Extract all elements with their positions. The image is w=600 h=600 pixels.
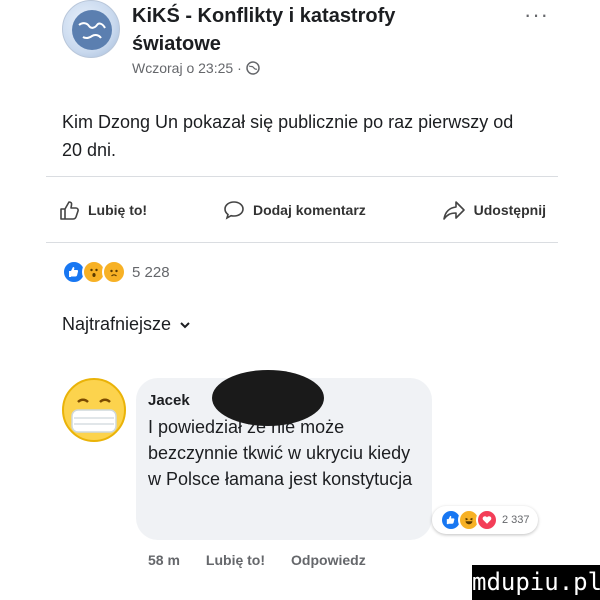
post-actions: Lubię to! Dodaj komentarz Udostępnij — [46, 190, 558, 230]
divider-bottom — [46, 242, 558, 243]
comment-time[interactable]: 58 m — [148, 552, 180, 568]
comment-icon — [224, 201, 244, 220]
comment-author[interactable]: Jacek — [148, 392, 190, 409]
comment-reaction-count: 2 337 — [502, 514, 530, 526]
commenter-avatar[interactable] — [62, 378, 126, 442]
comment-text: I powiedział że nie może bezczynnie tkwi… — [148, 417, 413, 489]
reactions-summary[interactable]: 5 228 — [62, 260, 170, 284]
masked-face-icon — [71, 398, 117, 433]
like-label: Lubię to! — [88, 202, 148, 218]
share-button[interactable]: Udostępnij — [442, 199, 546, 221]
comment-like-link[interactable]: Lubię to! — [206, 552, 265, 568]
share-icon — [442, 201, 465, 220]
like-button[interactable]: Lubię to! — [58, 199, 147, 221]
chevron-down-icon — [180, 321, 190, 328]
watermark: mdupiu.pl — [472, 565, 600, 600]
comment-meta: 58 m Lubię to! Odpowiedz — [148, 552, 366, 568]
love-reaction-icon — [476, 509, 498, 531]
thumbs-up-icon — [60, 201, 79, 220]
meta-separator: · — [237, 60, 242, 76]
sad-reaction-icon — [102, 260, 126, 284]
post-meta: Wczoraj o 23:25 · — [132, 60, 260, 76]
globe-icon — [72, 10, 112, 50]
reaction-count: 5 228 — [132, 263, 170, 281]
divider-top — [46, 176, 558, 177]
comment-reply-link[interactable]: Odpowiedz — [291, 552, 366, 568]
post-timestamp[interactable]: Wczoraj o 23:25 — [132, 60, 233, 76]
comment-reactions[interactable]: 2 337 — [432, 506, 538, 534]
comment-button[interactable]: Dodaj komentarz — [223, 199, 366, 221]
comment-sort-dropdown[interactable]: Najtrafniejsze — [62, 314, 191, 335]
globe-privacy-icon — [246, 61, 260, 75]
redaction-blot — [212, 370, 324, 426]
page-avatar[interactable] — [62, 0, 120, 58]
comment-label: Dodaj komentarz — [252, 202, 366, 218]
page-name[interactable]: KiKŚ - Konflikty i katastrofy światowe — [132, 2, 472, 58]
sort-label: Najtrafniejsze — [62, 314, 172, 334]
post-text: Kim Dzong Un pokazał się publicznie po r… — [62, 112, 514, 160]
more-options-button[interactable]: ··· — [524, 2, 549, 28]
share-label: Udostępnij — [473, 202, 546, 218]
